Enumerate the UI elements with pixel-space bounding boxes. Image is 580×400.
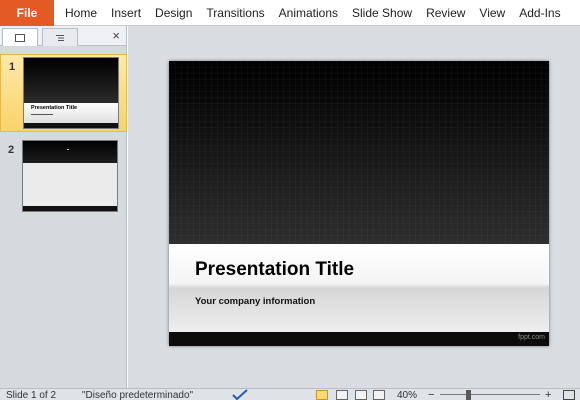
slide-background [169, 61, 549, 244]
slide-number: 2 [8, 144, 15, 156]
tab-home[interactable]: Home [58, 0, 104, 26]
slide-thumbnail-1[interactable]: 1 Presentation Title [0, 54, 127, 132]
close-icon[interactable]: × [112, 28, 120, 43]
reading-view-icon[interactable] [355, 390, 367, 400]
slide-footer: fppt.com [169, 332, 549, 346]
slide-counter: Slide 1 of 2 [6, 390, 57, 400]
ribbon-tabs: Home Insert Design Transitions Animation… [58, 0, 568, 26]
theme-name[interactable]: "Diseño predeterminado" [82, 390, 193, 400]
slide-editing-area: Presentation Title Your company informat… [128, 26, 580, 388]
ribbon: File Home Insert Design Transitions Anim… [0, 0, 580, 26]
zoom-in-icon[interactable]: + [545, 389, 551, 400]
file-tab[interactable]: File [0, 0, 54, 26]
slides-tab[interactable] [2, 28, 38, 46]
current-slide[interactable]: Presentation Title Your company informat… [169, 61, 549, 346]
slide-credit: fppt.com [518, 334, 545, 341]
tab-slide-show[interactable]: Slide Show [345, 0, 419, 26]
zoom-slider-thumb[interactable] [466, 390, 471, 400]
outline-tab-icon [56, 34, 64, 41]
slide-number: 1 [9, 61, 16, 73]
slide-sorter-icon[interactable] [336, 390, 348, 400]
tab-animations[interactable]: Animations [272, 0, 345, 26]
zoom-slider[interactable] [440, 394, 540, 395]
outline-tab[interactable] [42, 28, 78, 46]
spell-check-icon[interactable] [230, 389, 250, 400]
tab-view[interactable]: View [472, 0, 512, 26]
status-bar: Slide 1 of 2 "Diseño predeterminado" 40%… [0, 388, 580, 400]
thumbnail-image [22, 140, 118, 212]
slides-tab-icon [15, 33, 25, 42]
tab-add-ins[interactable]: Add-Ins [512, 0, 567, 26]
tab-review[interactable]: Review [419, 0, 472, 26]
slide-title[interactable]: Presentation Title [195, 259, 354, 281]
zoom-level[interactable]: 40% [397, 390, 417, 400]
thumbnail-title: Presentation Title [31, 105, 78, 111]
slides-pane: × 1 Presentation Title 2 [0, 26, 127, 388]
zoom-out-icon[interactable]: − [428, 389, 434, 400]
normal-view-icon[interactable] [316, 390, 328, 400]
slides-pane-header: × [0, 26, 126, 46]
fit-window-icon[interactable] [562, 389, 576, 400]
slide-show-icon[interactable] [373, 390, 385, 400]
tab-transitions[interactable]: Transitions [199, 0, 271, 26]
tab-insert[interactable]: Insert [104, 0, 148, 26]
title-band: Presentation Title Your company informat… [169, 244, 549, 332]
thumbnail-image: Presentation Title [23, 57, 119, 129]
slide-subtitle[interactable]: Your company information [195, 296, 315, 307]
tab-design[interactable]: Design [148, 0, 199, 26]
slide-thumbnail-2[interactable]: 2 [0, 138, 127, 216]
